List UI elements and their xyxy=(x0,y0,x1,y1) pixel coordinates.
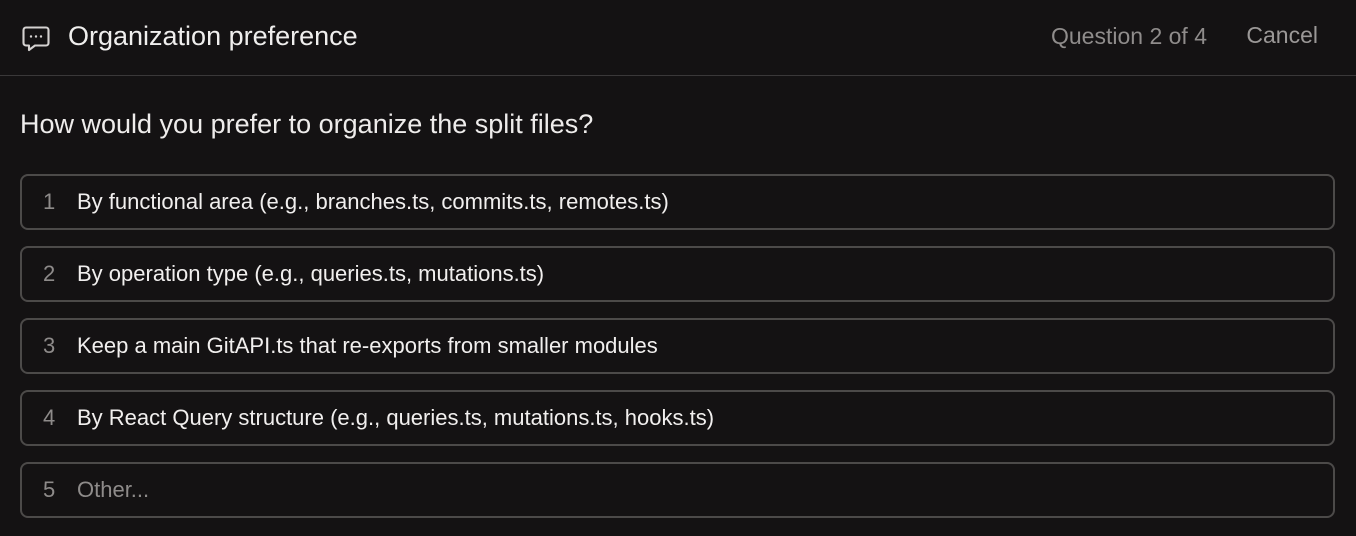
message-square-icon xyxy=(21,23,51,53)
option-label: Other... xyxy=(77,477,150,502)
option-label: Keep a main GitAPI.ts that re-exports fr… xyxy=(77,333,658,358)
option-label: By operation type (e.g., queries.ts, mut… xyxy=(77,261,545,286)
question-text: How would you prefer to organize the spl… xyxy=(20,109,594,139)
option-label: By React Query structure (e.g., queries.… xyxy=(77,405,715,430)
option-number: 2 xyxy=(43,261,56,286)
option-number: 3 xyxy=(43,333,56,358)
option-number: 4 xyxy=(43,405,56,430)
option-label: By functional area (e.g., branches.ts, c… xyxy=(77,189,669,214)
option-2[interactable]: 2 By operation type (e.g., queries.ts, m… xyxy=(20,246,1335,302)
option-4[interactable]: 4 By React Query structure (e.g., querie… xyxy=(20,390,1335,446)
option-number: 5 xyxy=(43,477,56,502)
option-5[interactable]: 5 Other... xyxy=(20,462,1335,518)
dialog-title: Organization preference xyxy=(68,21,358,51)
cancel-button[interactable]: Cancel xyxy=(1246,20,1318,50)
option-number: 1 xyxy=(43,189,56,214)
question-counter: Question 2 of 4 xyxy=(1051,23,1207,49)
option-1[interactable]: 1 By functional area (e.g., branches.ts,… xyxy=(20,174,1335,230)
dialog-header: Organization preference Question 2 of 4 … xyxy=(0,0,1356,76)
option-3[interactable]: 3 Keep a main GitAPI.ts that re-exports … xyxy=(20,318,1335,374)
